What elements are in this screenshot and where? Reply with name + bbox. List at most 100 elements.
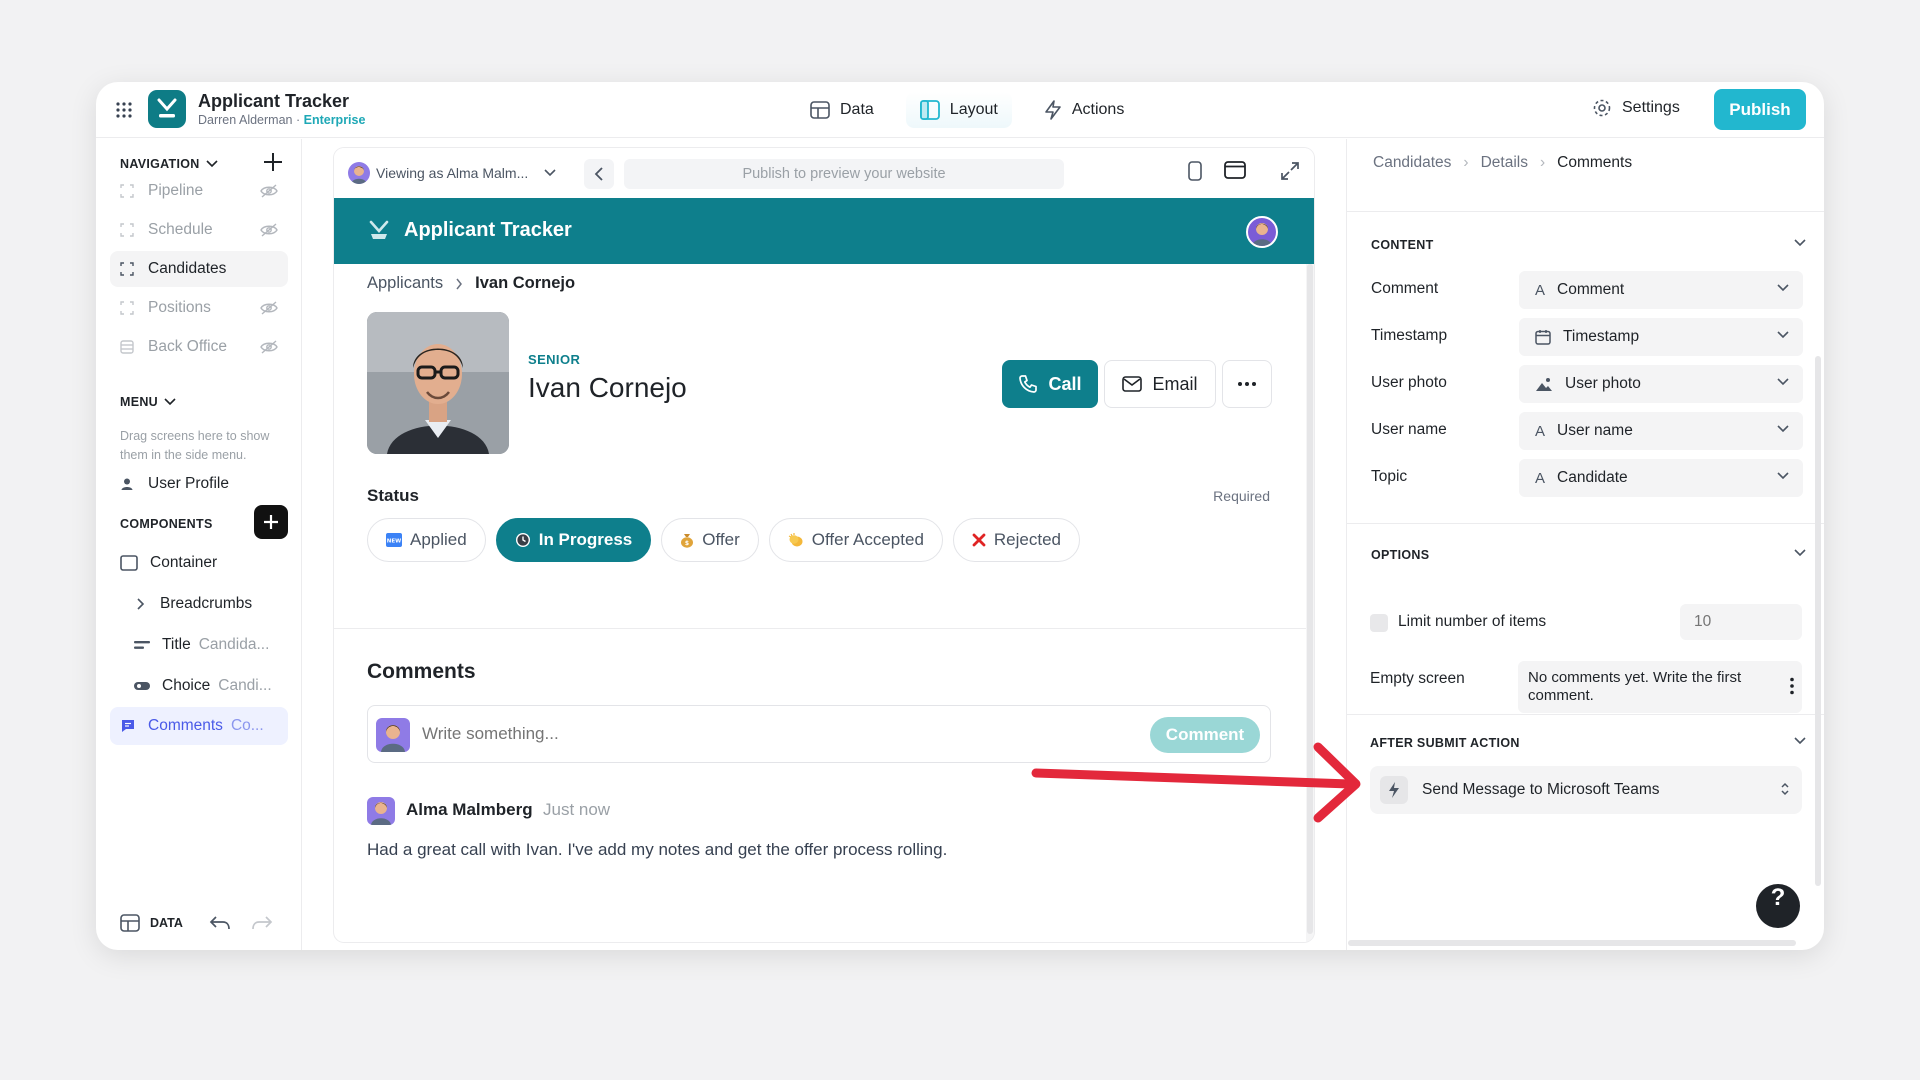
comment-input[interactable] [422, 724, 1022, 744]
components-label: COMPONENTS [120, 517, 213, 531]
sidebar-item-label: Back Office [148, 338, 227, 355]
breadcrumb-current: Ivan Cornejo [475, 274, 576, 292]
properties-panel: Candidates › Details › Comments CONTENT … [1346, 139, 1824, 950]
eye-off-icon[interactable] [260, 339, 278, 355]
menu-label: MENU [120, 395, 159, 409]
undo-icon[interactable] [209, 915, 231, 931]
viewing-as-select[interactable]: Viewing as Alma Malm... [348, 162, 556, 184]
chevron-left-icon [594, 167, 603, 181]
field-select-user-name[interactable]: A User name [1519, 412, 1803, 450]
chevron-right-icon [137, 598, 145, 610]
top-bar: Applicant Tracker Darren Alderman · Ente… [96, 82, 1824, 138]
status-chip-label: Offer [702, 530, 740, 549]
tab-layout[interactable]: Layout [905, 92, 1012, 128]
field-select-topic[interactable]: A Candidate [1519, 459, 1803, 497]
expand-icon[interactable] [1280, 161, 1300, 181]
navigation-header[interactable]: NAVIGATION [120, 157, 218, 171]
limit-items-checkbox[interactable] [1370, 614, 1388, 632]
component-breadcrumbs[interactable]: Breadcrumbs [136, 586, 252, 622]
component-label: Title [162, 636, 191, 653]
sidebar-item-positions[interactable]: Positions [110, 290, 288, 326]
field-select-user-photo[interactable]: User photo [1519, 365, 1803, 403]
component-container[interactable]: Container [120, 545, 217, 581]
call-label: Call [1048, 373, 1082, 394]
preview-back-button[interactable] [584, 159, 614, 189]
apps-grid-icon[interactable] [114, 100, 134, 120]
app-window: Applicant Tracker Darren Alderman · Ente… [96, 82, 1824, 950]
panel-scrollbar-vertical[interactable] [1815, 356, 1821, 886]
status-chip-label: Rejected [993, 530, 1062, 549]
empty-screen-input[interactable]: No comments yet. Write the first comment… [1518, 661, 1802, 713]
component-comments[interactable]: Comments Co... [110, 707, 288, 745]
scrollbar-thumb[interactable] [1307, 264, 1313, 934]
status-chip-offer[interactable]: $ Offer [661, 518, 759, 562]
divider [1347, 211, 1824, 212]
user-icon [121, 478, 133, 490]
preview-scrollbar[interactable] [1306, 264, 1314, 942]
status-chip-applied[interactable]: NEW Applied [367, 518, 486, 562]
call-button[interactable]: Call [1002, 360, 1098, 408]
menu-item-user-profile[interactable]: User Profile [110, 466, 288, 502]
tab-layout-label: Layout [949, 101, 998, 118]
money-bag-icon: $ [681, 534, 694, 548]
eye-off-icon[interactable] [260, 183, 278, 199]
field-select-comment[interactable]: A Comment [1519, 271, 1803, 309]
app-logo[interactable] [148, 90, 186, 128]
options-section-header[interactable]: OPTIONS [1371, 548, 1429, 562]
sidebar-item-candidates[interactable]: Candidates [110, 251, 288, 287]
add-component-button[interactable] [254, 505, 288, 539]
sidebar-item-pipeline[interactable]: Pipeline [110, 173, 288, 209]
data-button[interactable]: DATA [150, 916, 183, 930]
after-submit-action-select[interactable]: Send Message to Microsoft Teams [1370, 766, 1802, 814]
chevron-down-icon[interactable] [1794, 549, 1806, 557]
app-logo-icon [369, 220, 389, 239]
after-submit-section-header[interactable]: AFTER SUBMIT ACTION [1370, 736, 1520, 750]
breadcrumb-applicants[interactable]: Applicants [367, 274, 443, 293]
status-chip-in-progress[interactable]: In Progress [495, 518, 652, 562]
add-screen-plus-icon[interactable] [262, 151, 284, 173]
text-a-icon: A [1535, 469, 1546, 487]
eye-off-icon[interactable] [260, 300, 278, 316]
tab-actions[interactable]: Actions [1030, 92, 1138, 128]
table-icon [120, 914, 140, 932]
email-button[interactable]: Email [1104, 360, 1216, 408]
chevron-down-icon [1777, 472, 1789, 480]
kebab-icon[interactable] [1790, 677, 1794, 695]
preview-url-bar[interactable]: Publish to preview your website [624, 159, 1064, 189]
publish-button[interactable]: Publish [1714, 89, 1806, 130]
limit-items-input[interactable] [1680, 604, 1802, 640]
component-title[interactable]: Title Candida... [134, 627, 269, 663]
sidebar-item-schedule[interactable]: Schedule [110, 212, 288, 248]
field-select-value: User photo [1565, 375, 1641, 392]
panel-breadcrumb-details[interactable]: Details [1481, 154, 1528, 172]
content-section-header[interactable]: CONTENT [1371, 238, 1434, 252]
tab-data[interactable]: Data [796, 92, 888, 128]
viewing-as-label: Viewing as Alma Malm... [376, 165, 529, 181]
avatar[interactable] [1246, 216, 1278, 248]
chevron-down-icon[interactable] [1794, 239, 1806, 247]
panel-breadcrumb-candidates[interactable]: Candidates [1373, 154, 1451, 172]
x-mark-icon [972, 533, 986, 547]
browser-icon[interactable] [1224, 161, 1246, 179]
more-options-button[interactable] [1222, 360, 1272, 408]
status-chip-offer-accepted[interactable]: Offer Accepted [768, 518, 943, 562]
menu-header[interactable]: MENU [120, 395, 176, 409]
eye-off-icon[interactable] [260, 222, 278, 238]
component-choice[interactable]: Choice Candi... [134, 668, 272, 704]
field-select-timestamp[interactable]: Timestamp [1519, 318, 1803, 356]
chevron-down-icon[interactable] [1794, 737, 1806, 745]
menu-hint: Drag screens here to show them in the si… [120, 429, 270, 462]
comment-submit-button[interactable]: Comment [1150, 717, 1260, 753]
field-select-value: Candidate [1557, 469, 1628, 486]
sidebar-item-back-office[interactable]: Back Office [110, 329, 288, 365]
help-button[interactable]: ? [1756, 884, 1800, 928]
chevron-down-icon [164, 398, 176, 406]
avatar-face-icon [351, 166, 367, 184]
status-chip-rejected[interactable]: Rejected [952, 518, 1081, 562]
component-sub: Candida... [198, 636, 270, 653]
mobile-icon[interactable] [1188, 161, 1202, 181]
avatar [367, 797, 395, 825]
settings-button[interactable]: Settings [1592, 98, 1680, 118]
panel-scrollbar-horizontal[interactable] [1348, 940, 1796, 946]
redo-icon[interactable] [251, 915, 273, 931]
